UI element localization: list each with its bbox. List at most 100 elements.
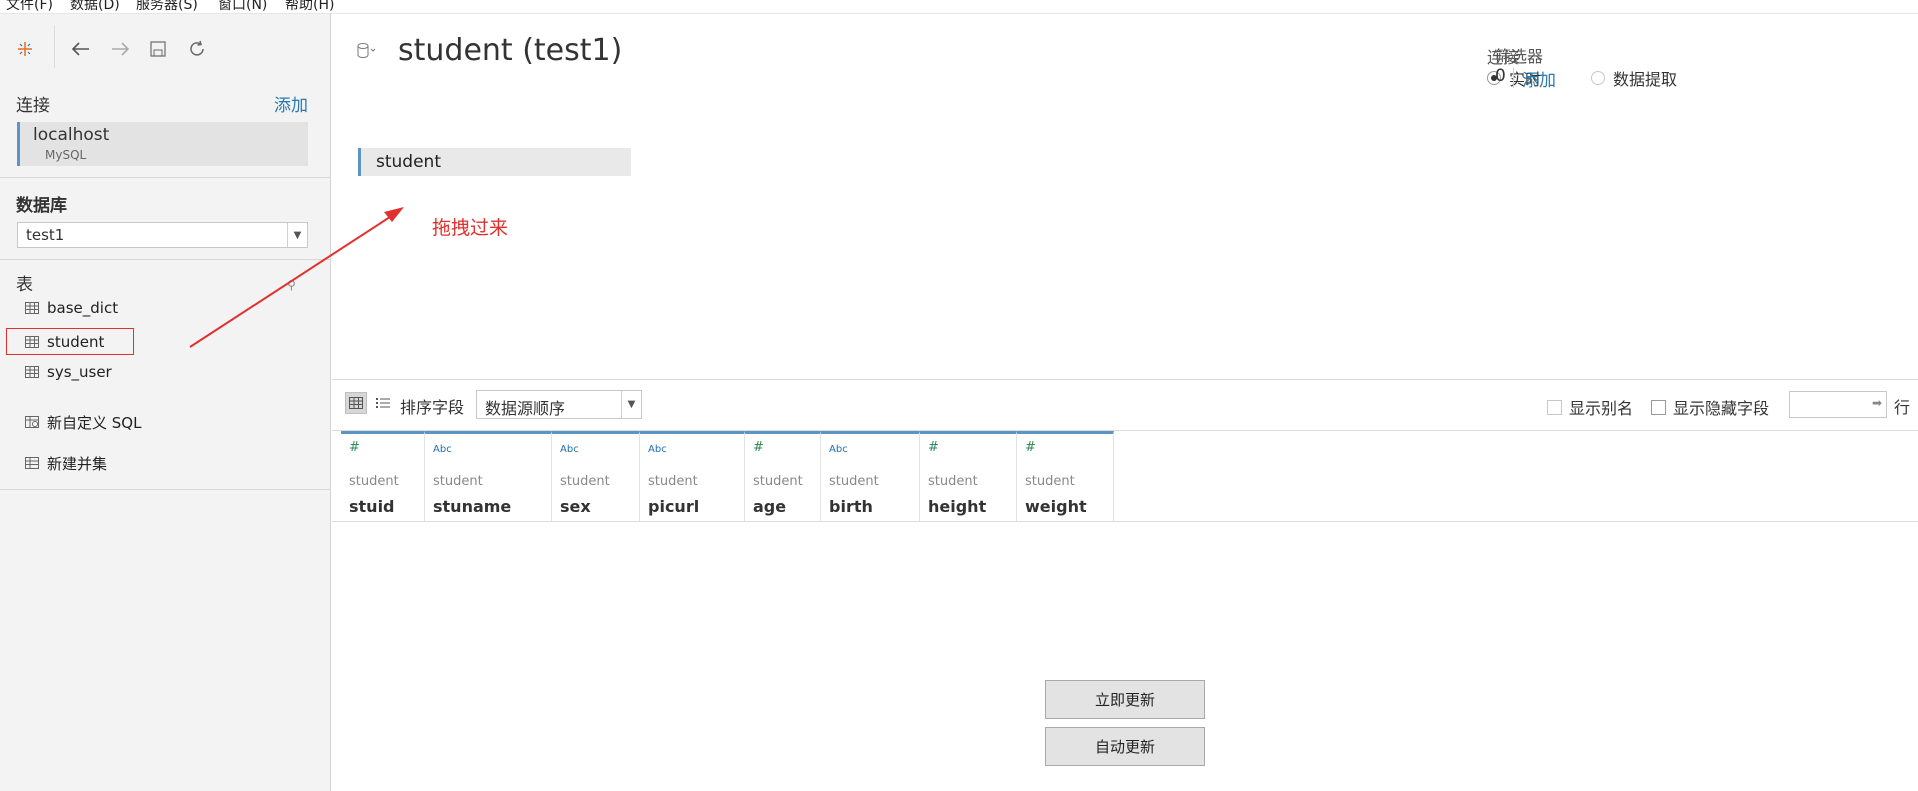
annotation-text: 拖拽过来 [432, 217, 509, 239]
field-source: student [928, 474, 978, 489]
union-label: 新建并集 [47, 454, 108, 473]
auto-update-button[interactable]: 自动更新 [1045, 727, 1205, 766]
rows-label: 行 [1894, 398, 1911, 417]
connections-title: 连接 [16, 96, 50, 116]
list-icon [376, 398, 390, 408]
highlight-box [6, 328, 134, 355]
table-item-sys-user[interactable]: sys_user [25, 360, 112, 384]
forward-icon[interactable] [107, 36, 133, 62]
search-tables-icon[interactable]: ⚲ [287, 278, 303, 292]
string-type-icon: Abc [560, 444, 579, 455]
menu-data[interactable]: 数据(D) [70, 0, 120, 13]
fields-bottom-divider [332, 521, 1918, 522]
divider [0, 177, 331, 178]
field-source: student [753, 474, 803, 489]
canvas-divider [332, 379, 1918, 380]
filters-add-link[interactable]: 添加 [1522, 66, 1556, 91]
update-now-button[interactable]: 立即更新 [1045, 680, 1205, 719]
field-name: sex [560, 497, 591, 516]
chevron-down-icon[interactable]: ▼ [287, 223, 307, 247]
database-title: 数据库 [16, 196, 67, 216]
radio-unselected-icon [1591, 71, 1605, 85]
field-column-stuid[interactable]: # student stuid [341, 431, 425, 521]
new-union[interactable]: 新建并集 [25, 451, 107, 475]
database-value: test1 [26, 226, 65, 244]
show-hidden-checkbox[interactable]: 显示隐藏字段 [1651, 395, 1769, 419]
new-custom-sql[interactable]: 新自定义 SQL [25, 410, 141, 434]
connection-name: localhost [33, 125, 110, 145]
sort-fields-select[interactable]: 数据源顺序 ▼ [476, 390, 642, 419]
list-view-button[interactable] [372, 392, 394, 414]
database-select[interactable]: test1 ▼ [17, 222, 308, 248]
show-hidden-label: 显示隐藏字段 [1673, 399, 1770, 418]
tables-title: 表 [16, 275, 33, 295]
menu-bar: 文件(F) 数据(D) 服务器(S) 窗口(N) 帮助(H) [0, 0, 1918, 14]
grid-icon [349, 397, 363, 409]
field-columns: # student stuid Abc student stuname Abc … [341, 431, 1114, 521]
grid-view-button[interactable] [345, 392, 367, 414]
save-icon[interactable] [145, 36, 171, 62]
field-source: student [1025, 474, 1075, 489]
string-type-icon: Abc [829, 444, 848, 455]
divider [0, 259, 331, 260]
field-source: student [648, 474, 698, 489]
field-column-age[interactable]: # student age [745, 431, 821, 521]
field-column-sex[interactable]: Abc student sex [552, 431, 640, 521]
rows-input[interactable]: ➡ [1789, 391, 1887, 418]
field-name: age [753, 497, 787, 516]
field-column-stuname[interactable]: Abc student stuname [425, 431, 552, 521]
number-type-icon: # [753, 440, 764, 455]
custom-sql-label: 新自定义 SQL [47, 413, 142, 432]
string-type-icon: Abc [433, 444, 452, 455]
datasource-icon[interactable] [356, 42, 376, 62]
back-icon[interactable] [68, 36, 94, 62]
connection-card[interactable]: localhost MySQL [17, 122, 308, 166]
menu-server[interactable]: 服务器(S) [136, 0, 198, 13]
chevron-down-icon[interactable]: ▼ [621, 391, 641, 418]
divider [0, 489, 331, 490]
refresh-icon[interactable] [184, 36, 210, 62]
string-type-icon: Abc [648, 444, 667, 455]
extract-radio[interactable]: 数据提取 [1591, 66, 1677, 90]
canvas-table-label: student [376, 152, 441, 172]
checkbox-icon [1651, 399, 1666, 415]
add-connection-link[interactable]: 添加 [274, 91, 308, 116]
sort-fields-label: 排序字段 [400, 398, 465, 417]
union-icon [25, 457, 39, 469]
sort-fields-value: 数据源顺序 [485, 399, 566, 418]
field-name: height [928, 497, 987, 516]
number-type-icon: # [1025, 440, 1036, 455]
field-name: stuname [433, 497, 512, 516]
field-name: birth [829, 497, 873, 516]
tableau-logo-icon[interactable] [12, 36, 38, 62]
menu-help[interactable]: 帮助(H) [285, 0, 334, 13]
field-column-birth[interactable]: Abc student birth [821, 431, 920, 521]
show-alias-label: 显示别名 [1569, 399, 1634, 418]
field-column-weight[interactable]: # student weight [1017, 431, 1114, 521]
field-name: weight [1025, 497, 1087, 516]
menu-file[interactable]: 文件(F) [6, 0, 53, 13]
field-source: student [829, 474, 879, 489]
table-icon [25, 366, 39, 378]
show-alias-checkbox[interactable]: 显示别名 [1547, 395, 1633, 419]
menu-window[interactable]: 窗口(N) [218, 0, 267, 13]
field-column-picurl[interactable]: Abc student picurl [640, 431, 745, 521]
field-name: picurl [648, 497, 700, 516]
arrow-right-icon[interactable]: ➡ [1872, 396, 1882, 410]
table-item-base-dict[interactable]: base_dict [25, 296, 118, 320]
page-title[interactable]: student (test1) [398, 33, 622, 68]
canvas-table-student[interactable]: student [358, 148, 631, 176]
sidebar: 连接 添加 localhost MySQL 数据库 test1 ▼ 表 ⚲ ba… [0, 14, 331, 791]
table-item-label: sys_user [47, 363, 112, 381]
filters-count: 0 [1495, 66, 1506, 86]
field-column-height[interactable]: # student height [920, 431, 1017, 521]
number-type-icon: # [928, 440, 939, 455]
filters-label: 筛选器 [1495, 47, 1544, 66]
number-type-icon: # [349, 440, 360, 455]
checkbox-icon [1547, 399, 1562, 415]
field-source: student [433, 474, 483, 489]
extract-label: 数据提取 [1613, 70, 1678, 89]
field-source: student [349, 474, 399, 489]
table-icon [25, 302, 39, 314]
table-item-label: base_dict [47, 299, 119, 317]
